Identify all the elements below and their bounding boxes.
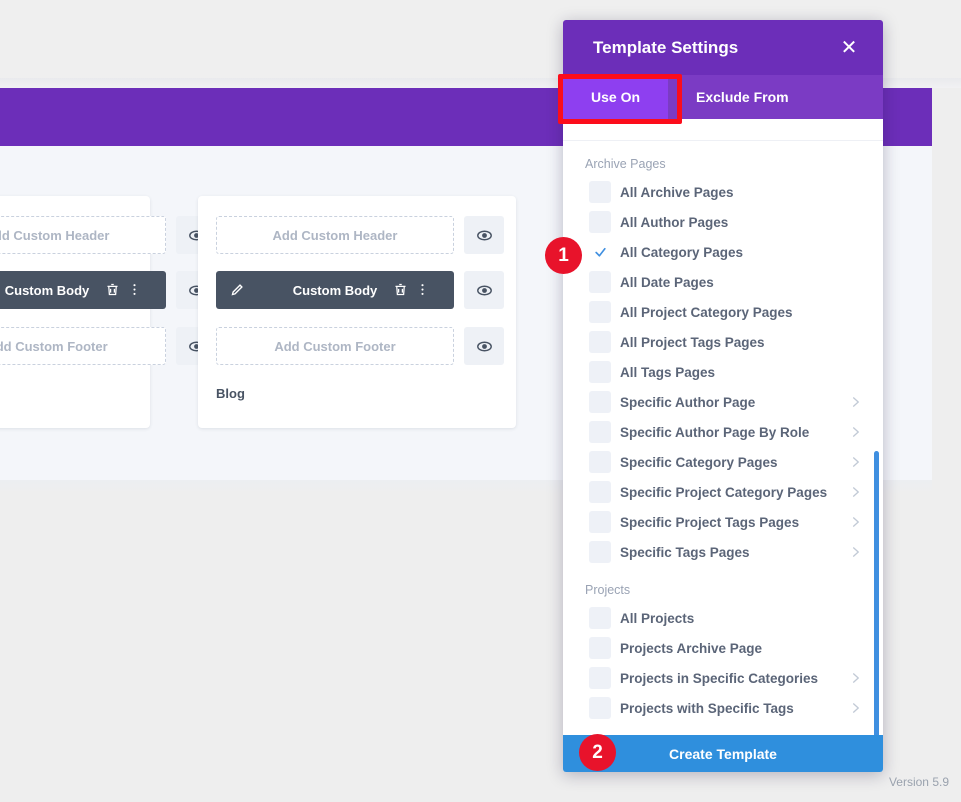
checkbox-icon[interactable] [589, 511, 611, 533]
checkbox-icon[interactable] [589, 451, 611, 473]
option-label: Specific Project Tags Pages [620, 515, 799, 530]
checkbox-checked-icon[interactable] [589, 241, 611, 263]
body-slot-row: Custom Body [0, 271, 216, 309]
page-title: Template Settings [593, 38, 738, 58]
option-label: All Tags Pages [620, 365, 715, 380]
checkbox-icon[interactable] [589, 541, 611, 563]
checkbox-icon[interactable] [589, 697, 611, 719]
checkbox-icon[interactable] [589, 637, 611, 659]
chevron-right-icon[interactable] [850, 514, 861, 530]
template-card-partial: Add Custom Header Custom Body [0, 196, 150, 428]
modal-header: Template Settings ✕ [563, 20, 883, 75]
chevron-right-icon[interactable] [850, 544, 861, 560]
checkbox-icon[interactable] [589, 271, 611, 293]
step-badge-1: 1 [545, 237, 582, 274]
custom-body-slot[interactable]: Custom Body [0, 271, 166, 309]
add-custom-footer-slot[interactable]: Add Custom Footer [216, 327, 454, 365]
checkbox-icon[interactable] [589, 481, 611, 503]
option-row[interactable]: All Project Tags Pages [563, 327, 883, 357]
trash-icon[interactable] [105, 282, 120, 297]
pencil-icon[interactable] [230, 282, 245, 297]
chevron-right-icon[interactable] [850, 670, 861, 686]
checkbox-icon[interactable] [589, 331, 611, 353]
option-row[interactable]: All Projects [563, 603, 883, 633]
checkbox-icon[interactable] [589, 421, 611, 443]
group-title: Archive Pages [563, 141, 883, 177]
group-title: Projects [563, 567, 883, 603]
kebab-menu-icon[interactable] [415, 282, 430, 297]
checkbox-icon[interactable] [589, 361, 611, 383]
header-slot-row: Add Custom Header [0, 216, 216, 254]
option-label: Specific Project Category Pages [620, 485, 827, 500]
add-custom-footer-slot[interactable]: Add Custom Footer [0, 327, 166, 365]
step-badge-2: 2 [579, 734, 616, 771]
footer-slot-row: Add Custom Footer [216, 327, 504, 365]
option-label: All Project Tags Pages [620, 335, 765, 350]
option-row[interactable]: All Project Category Pages [563, 297, 883, 327]
custom-body-slot[interactable]: Custom Body [216, 271, 454, 309]
checkbox-icon[interactable] [589, 607, 611, 629]
chevron-right-icon[interactable] [850, 394, 861, 410]
option-label: All Author Pages [620, 215, 728, 230]
checkbox-icon[interactable] [589, 667, 611, 689]
option-row[interactable]: Specific Category Pages [563, 447, 883, 477]
option-row[interactable]: All Date Pages [563, 267, 883, 297]
eye-icon[interactable] [464, 271, 504, 309]
option-label: All Archive Pages [620, 185, 734, 200]
option-label: All Project Category Pages [620, 305, 793, 320]
option-row[interactable]: All Archive Pages [563, 177, 883, 207]
option-label: Specific Tags Pages [620, 545, 750, 560]
option-row[interactable]: All Tags Pages [563, 357, 883, 387]
option-row[interactable]: Specific Author Page [563, 387, 883, 417]
chevron-right-icon[interactable] [850, 454, 861, 470]
option-row[interactable]: All Author Pages [563, 207, 883, 237]
template-card-blog: Add Custom Header Custom Body [198, 196, 516, 428]
option-label: All Projects [620, 611, 694, 626]
option-label: Specific Author Page By Role [620, 425, 809, 440]
highlight-box-use-on [558, 74, 682, 124]
option-label: All Date Pages [620, 275, 714, 290]
body-slot-row: Custom Body [216, 271, 504, 309]
option-row[interactable]: All Category Pages [563, 237, 883, 267]
header-slot-row: Add Custom Header [216, 216, 504, 254]
card-title: Blog [216, 386, 245, 401]
option-row[interactable]: Specific Project Category Pages [563, 477, 883, 507]
options-list[interactable]: Archive Pages All Archive Pages All Author… [563, 141, 883, 754]
custom-body-label: Custom Body [5, 283, 90, 298]
checkbox-icon[interactable] [589, 301, 611, 323]
eye-icon[interactable] [464, 327, 504, 365]
option-label: Projects in Specific Categories [620, 671, 818, 686]
option-row[interactable]: Specific Author Page By Role [563, 417, 883, 447]
custom-body-label: Custom Body [293, 283, 378, 298]
checkbox-icon[interactable] [589, 391, 611, 413]
chevron-right-icon[interactable] [850, 424, 861, 440]
option-row[interactable]: Specific Project Tags Pages [563, 507, 883, 537]
chevron-right-icon[interactable] [850, 700, 861, 716]
checkbox-icon[interactable] [589, 181, 611, 203]
footer-slot-row: Add Custom Footer [0, 327, 216, 365]
option-label: Specific Category Pages [620, 455, 778, 470]
option-label: Projects with Specific Tags [620, 701, 794, 716]
chevron-right-icon[interactable] [850, 484, 861, 500]
option-row[interactable]: Projects in Specific Categories [563, 663, 883, 693]
template-settings-modal: Template Settings ✕ Use On Exclude From … [563, 20, 883, 772]
screen: ⇡ Add Custom Header Custom Body [0, 0, 961, 802]
kebab-menu-icon[interactable] [127, 282, 142, 297]
checkbox-icon[interactable] [589, 211, 611, 233]
option-row[interactable]: Projects with Specific Tags [563, 693, 883, 723]
close-icon[interactable]: ✕ [837, 36, 861, 60]
option-row[interactable]: Specific Tags Pages [563, 537, 883, 567]
option-label: All Category Pages [620, 245, 743, 260]
add-custom-header-slot[interactable]: Add Custom Header [0, 216, 166, 254]
option-label: Specific Author Page [620, 395, 755, 410]
trash-icon[interactable] [393, 282, 408, 297]
modal-scrollbar-track[interactable] [875, 141, 881, 754]
option-label: Projects Archive Page [620, 641, 762, 656]
version-label: Version 5.9 [889, 775, 949, 789]
eye-icon[interactable] [464, 216, 504, 254]
modal-scrollbar-thumb[interactable] [874, 451, 879, 772]
add-custom-header-slot[interactable]: Add Custom Header [216, 216, 454, 254]
option-row[interactable]: Projects Archive Page [563, 633, 883, 663]
tab-exclude-from[interactable]: Exclude From [668, 75, 817, 119]
